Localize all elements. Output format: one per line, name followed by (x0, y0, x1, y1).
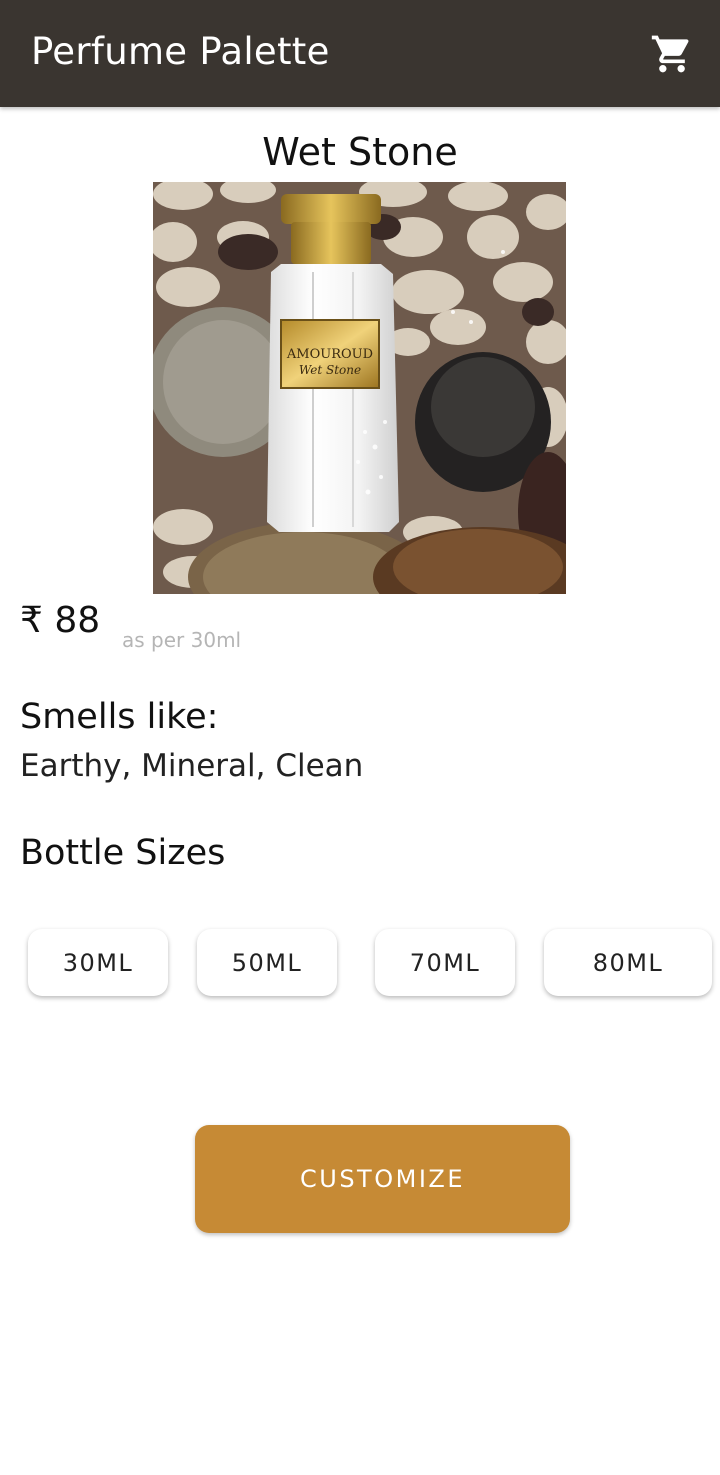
product-name: Wet Stone (262, 130, 458, 174)
svg-text:AMOUROUD: AMOUROUD (286, 347, 373, 362)
price-note: as per 30ml (122, 628, 242, 652)
size-option-30ml[interactable]: 30ML (28, 929, 168, 996)
product-price: ₹ 88 (20, 600, 101, 641)
size-option-80ml[interactable]: 80ML (544, 929, 712, 996)
bottle-sizes-heading: Bottle Sizes (20, 833, 226, 873)
size-option-50ml[interactable]: 50ML (197, 929, 337, 996)
svg-text:Wet Stone: Wet Stone (299, 363, 361, 377)
smells-like-value: Earthy, Mineral, Clean (20, 748, 364, 784)
product-image: AMOUROUD Wet Stone (153, 182, 566, 594)
app-bar: Perfume Palette (0, 0, 720, 107)
smells-like-heading: Smells like: (20, 697, 219, 737)
shopping-cart-icon (651, 35, 689, 73)
cart-button[interactable] (650, 32, 694, 76)
customize-button[interactable]: CUSTOMIZE (195, 1125, 570, 1233)
size-option-70ml[interactable]: 70ML (375, 929, 515, 996)
app-title: Perfume Palette (31, 30, 330, 73)
